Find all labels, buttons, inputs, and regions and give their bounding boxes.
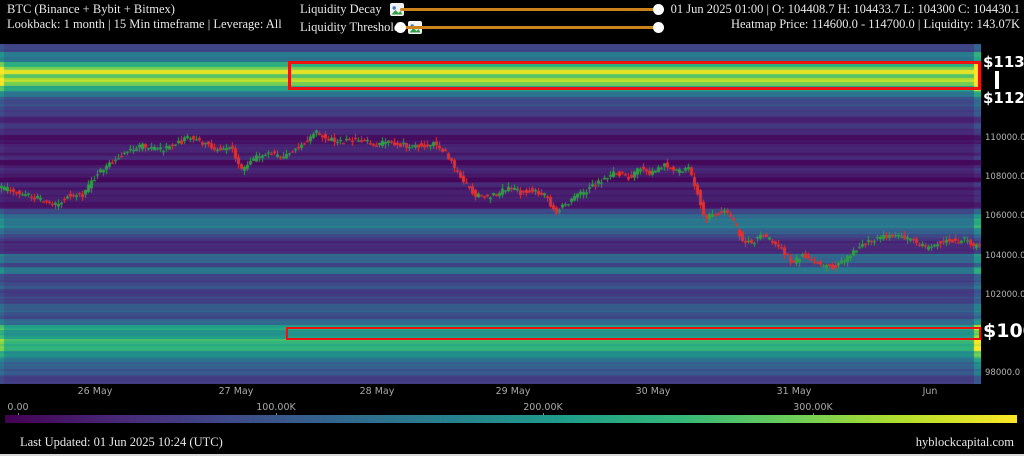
date-tick-label: 27 May <box>219 386 254 397</box>
threshold-slider-track[interactable] <box>400 26 658 29</box>
date-axis: 26 May 27 May 28 May 29 May 30 May 31 May Jun <box>0 386 1024 400</box>
date-tick-label: 31 May <box>777 386 812 397</box>
liquidity-zone-box-lower <box>286 327 981 340</box>
upper-zone-bottom-label: $112.5k <box>983 89 1024 107</box>
price-tick-label: 98000.0 <box>985 368 1020 378</box>
price-tick-label: 104000.0 <box>985 251 1024 261</box>
ohlc-line: 01 Jun 2025 01:00 | O: 104408.7 H: 10443… <box>671 2 1020 17</box>
liquidity-threshold-slider[interactable] <box>400 21 658 33</box>
price-axis: $113.5k $112.5k $100k 110000.0 108000.0 10… <box>981 44 1024 384</box>
ohlc-readout: 01 Jun 2025 01:00 | O: 104408.7 H: 10443… <box>671 2 1020 32</box>
liquidity-decay-control: Liquidity Decay <box>300 2 404 16</box>
liquidity-threshold-label: Liquidity Threshold <box>300 20 400 35</box>
threshold-slider-knob-max[interactable] <box>653 22 664 33</box>
chart-subtitle: Lookback: 1 month | 15 Min timeframe | L… <box>7 17 282 32</box>
date-tick-label: Jun <box>923 386 938 397</box>
colorbar-tick-label: 100.00K <box>256 402 295 413</box>
liquidity-zone-box-upper <box>288 61 981 90</box>
colorbar-tick-label: 300.00K <box>793 402 832 413</box>
zone-range-bracket <box>995 71 999 89</box>
date-tick-label: 28 May <box>360 386 395 397</box>
last-updated: Last Updated: 01 Jun 2025 10:24 (UTC) <box>20 435 223 450</box>
chart-header: BTC (Binance + Bybit + Bitmex) Lookback:… <box>7 2 282 32</box>
threshold-slider-knob-min[interactable] <box>395 22 406 33</box>
price-tick-label: 106000.0 <box>985 211 1024 221</box>
decay-slider-knob[interactable] <box>653 4 664 15</box>
upper-zone-top-label: $113.5k <box>983 53 1024 71</box>
liquidity-decay-slider[interactable] <box>400 3 658 15</box>
colorbar-tick-label: 0.00 <box>7 402 28 413</box>
decay-slider-track[interactable] <box>400 8 658 11</box>
lower-zone-label: $100k <box>983 320 1024 342</box>
date-tick-label: 29 May <box>496 386 531 397</box>
colorbar-tick-label: 200.00K <box>523 402 562 413</box>
chart-title: BTC (Binance + Bybit + Bitmex) <box>7 2 282 17</box>
price-tick-label: 102000.0 <box>985 290 1024 300</box>
price-tick-label: 110000.0 <box>985 133 1024 143</box>
liquidity-decay-label: Liquidity Decay <box>300 2 382 17</box>
colorbar-labels: 0.00 100.00K 200.00K 300.00K <box>0 402 1024 414</box>
date-tick-label: 30 May <box>636 386 671 397</box>
price-tick-label: 108000.0 <box>985 172 1024 182</box>
colorbar <box>5 415 1017 423</box>
date-tick-label: 26 May <box>78 386 113 397</box>
liquidity-threshold-control: Liquidity Threshold <box>300 20 422 34</box>
brand-watermark: hyblockcapital.com <box>916 435 1014 450</box>
heatmap-readout-line: Heatmap Price: 114600.0 - 114700.0 | Liq… <box>671 17 1020 32</box>
